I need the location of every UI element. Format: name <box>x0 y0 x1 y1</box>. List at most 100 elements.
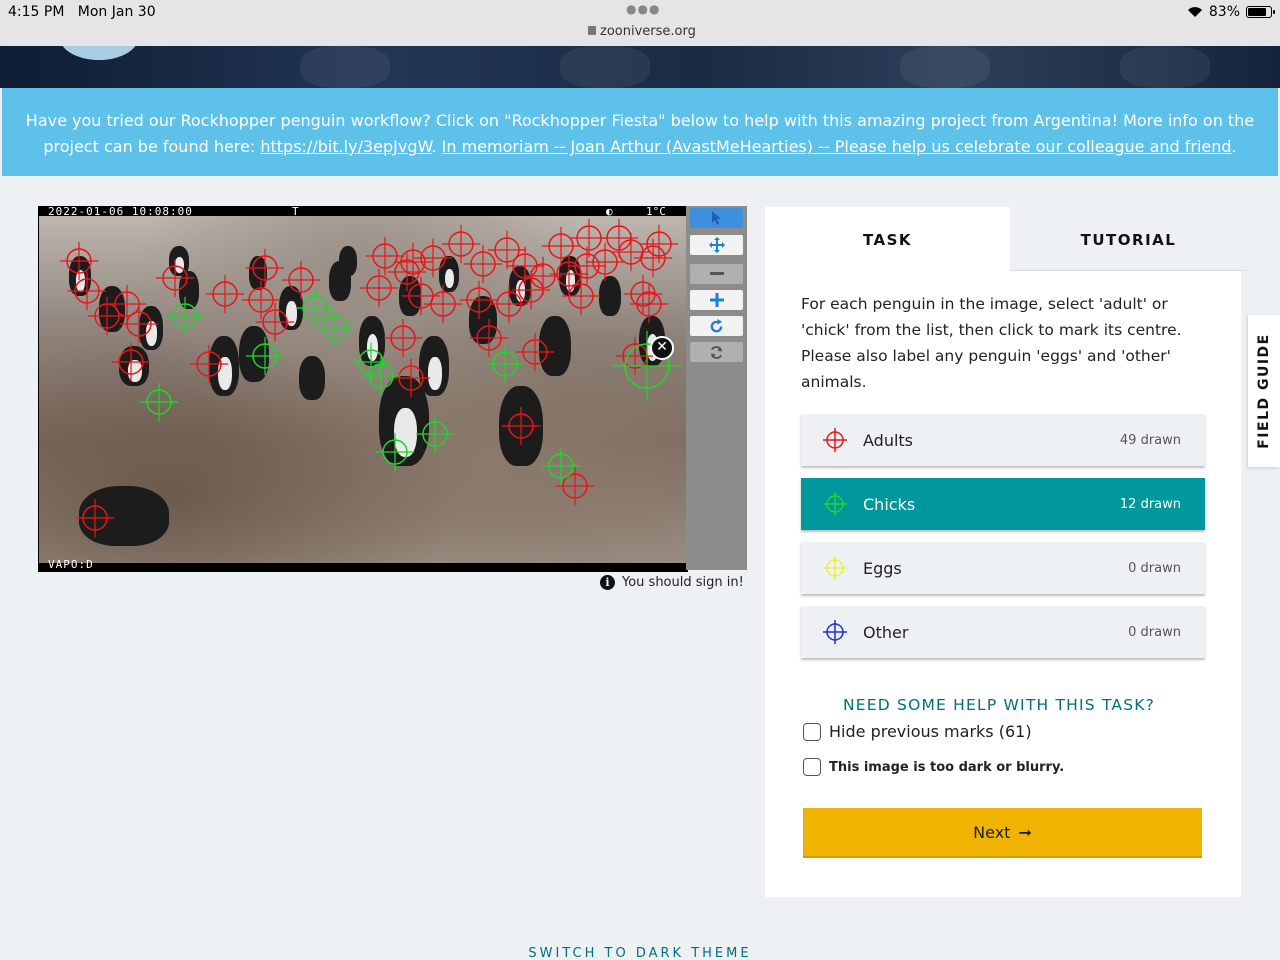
task-instructions: For each penguin in the image, select 'a… <box>801 295 1182 391</box>
task-panel: TASK TUTORIAL For each penguin in the im… <box>765 207 1247 897</box>
field-guide-label: FIELD GUIDE <box>1256 333 1272 449</box>
ios-status-bar: 4:15 PM Mon Jan 30 ●●● zooniverse.org 83… <box>0 0 1280 46</box>
field-guide-tab[interactable]: FIELD GUIDE <box>1248 315 1280 467</box>
chick-mark[interactable] <box>245 336 285 376</box>
announcement-banner: Have you tried our Rockhopper penguin wo… <box>2 88 1278 176</box>
wifi-icon <box>1187 7 1202 17</box>
choice-adults[interactable]: Adults 49 drawn <box>801 414 1205 466</box>
choice-label: Adults <box>863 430 914 450</box>
tab-task[interactable]: TASK <box>765 207 1010 271</box>
next-button[interactable]: Next ➞ <box>803 808 1202 858</box>
info-icon: i <box>600 575 615 590</box>
adult-mark[interactable] <box>155 258 195 298</box>
adult-mark[interactable] <box>67 271 107 311</box>
adult-mark[interactable] <box>459 280 499 320</box>
battery-icon <box>1246 6 1275 18</box>
crosshair-icon <box>823 492 847 516</box>
adult-mark[interactable] <box>541 226 581 266</box>
too-dark-option[interactable]: This image is too dark or blurry. <box>803 758 1064 776</box>
adult-mark[interactable] <box>87 296 127 336</box>
memoriam-link[interactable]: In memoriam -- Joan Arthur (AvastMeHeart… <box>442 137 1232 156</box>
project-header-image <box>0 46 1280 88</box>
more-dots-icon[interactable]: ●●● <box>626 2 660 16</box>
adult-mark[interactable] <box>383 318 423 358</box>
status-date: Mon Jan 30 <box>77 4 156 20</box>
adult-mark[interactable] <box>205 274 245 314</box>
hide-marks-option[interactable]: Hide previous marks (61) <box>803 722 1032 741</box>
camera-id: VAPO:D <box>48 558 94 571</box>
tab-tutorial[interactable]: TUTORIAL <box>1010 207 1247 271</box>
camera-flag: T <box>292 205 299 218</box>
next-label: Next <box>973 822 1011 842</box>
adult-mark[interactable] <box>469 318 509 358</box>
hide-marks-label: Hide previous marks (61) <box>829 722 1032 741</box>
choice-eggs[interactable]: Eggs 0 drawn <box>801 542 1205 594</box>
pointer-icon[interactable] <box>690 208 743 228</box>
announcement-end: . <box>1231 137 1237 156</box>
adult-mark[interactable] <box>423 284 463 324</box>
adult-mark[interactable] <box>189 344 229 384</box>
adult-mark[interactable] <box>119 304 159 344</box>
adult-mark[interactable] <box>245 248 285 288</box>
choice-label: Eggs <box>863 558 902 578</box>
adult-mark[interactable] <box>549 254 589 294</box>
adult-mark[interactable] <box>391 358 431 398</box>
url-text: zooniverse.org <box>600 24 696 39</box>
battery-percent: 83% <box>1208 4 1240 20</box>
hide-marks-checkbox[interactable] <box>803 722 821 741</box>
adult-mark[interactable] <box>501 406 541 446</box>
switch-dark-theme-link[interactable]: SWITCH TO DARK THEME <box>0 946 1280 960</box>
move-icon[interactable] <box>690 235 743 255</box>
adult-mark[interactable] <box>75 498 115 538</box>
choice-label: Other <box>863 622 909 642</box>
choice-count: 49 drawn <box>1119 432 1181 448</box>
delete-mark-button[interactable]: ✕ <box>650 336 674 360</box>
status-right: 83% <box>1187 4 1275 20</box>
adult-mark[interactable] <box>111 342 151 382</box>
image-toolbar <box>686 206 747 570</box>
too-dark-label: This image is too dark or blurry. <box>829 759 1065 775</box>
camera-temperature: 1°C <box>646 205 666 218</box>
address-bar[interactable]: zooniverse.org <box>588 24 696 39</box>
project-logo[interactable] <box>60 46 138 60</box>
adult-mark[interactable] <box>365 236 405 276</box>
choice-label: Chicks <box>863 494 916 514</box>
status-time: 4:15 PM Mon Jan 30 <box>8 4 156 20</box>
choice-count: 0 drawn <box>1128 560 1181 576</box>
adult-mark[interactable] <box>107 284 147 324</box>
chick-mark[interactable] <box>165 296 205 336</box>
crosshair-icon <box>823 556 847 580</box>
rotate-icon[interactable] <box>690 316 743 336</box>
zoom-out-icon[interactable] <box>690 264 743 284</box>
choice-other[interactable]: Other 0 drawn <box>801 606 1205 658</box>
subject-viewer[interactable]: 2022-01-06 10:08:00 T ◐ 1°C VAPO:D ✕ <box>38 205 688 572</box>
chick-mark[interactable] <box>485 344 525 384</box>
adult-mark[interactable] <box>59 241 99 281</box>
bitly-link[interactable]: https://bit.ly/3epJvgW <box>260 137 431 156</box>
choice-count: 0 drawn <box>1128 624 1181 640</box>
chick-mark[interactable] <box>315 308 355 348</box>
marks-layer[interactable] <box>39 216 686 563</box>
announcement-sep: . <box>431 137 442 156</box>
choice-count: 12 drawn <box>1119 496 1181 512</box>
adult-mark[interactable] <box>567 246 607 286</box>
adult-mark[interactable] <box>515 332 555 372</box>
adult-mark[interactable] <box>615 336 655 376</box>
adult-mark[interactable] <box>629 284 669 324</box>
lock-icon <box>588 26 596 35</box>
too-dark-checkbox[interactable] <box>803 758 821 776</box>
crosshair-icon <box>823 428 847 452</box>
sign-in-notice[interactable]: i You should sign in! <box>600 575 744 590</box>
adult-mark[interactable] <box>359 268 399 308</box>
chick-mark[interactable] <box>139 382 179 422</box>
crosshair-icon <box>823 620 847 644</box>
task-help-link[interactable]: NEED SOME HELP WITH THIS TASK? <box>843 696 1155 714</box>
chick-mark[interactable] <box>375 432 415 472</box>
chick-mark[interactable] <box>415 414 455 454</box>
camera-timestamp: 2022-01-06 10:08:00 <box>48 205 193 218</box>
adult-mark[interactable] <box>561 276 601 316</box>
zoom-in-icon[interactable] <box>690 290 743 310</box>
arrow-right-icon: ➞ <box>1018 822 1032 842</box>
reset-icon[interactable] <box>690 342 743 362</box>
choice-chicks[interactable]: Chicks 12 drawn <box>801 478 1205 530</box>
